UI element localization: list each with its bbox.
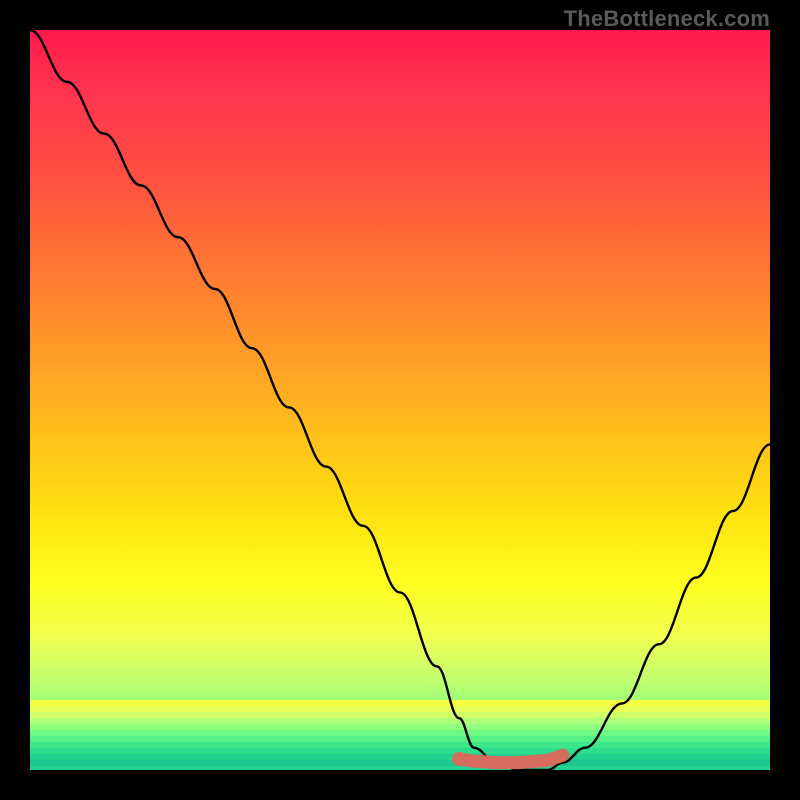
chart-container: TheBottleneck.com bbox=[0, 0, 800, 800]
optimal-marker-dot bbox=[452, 752, 466, 766]
optimal-marker-line bbox=[459, 755, 563, 762]
curve-layer bbox=[30, 30, 770, 770]
bottleneck-curve bbox=[30, 30, 770, 770]
watermark-text: TheBottleneck.com bbox=[564, 6, 770, 32]
plot-area bbox=[30, 30, 770, 770]
